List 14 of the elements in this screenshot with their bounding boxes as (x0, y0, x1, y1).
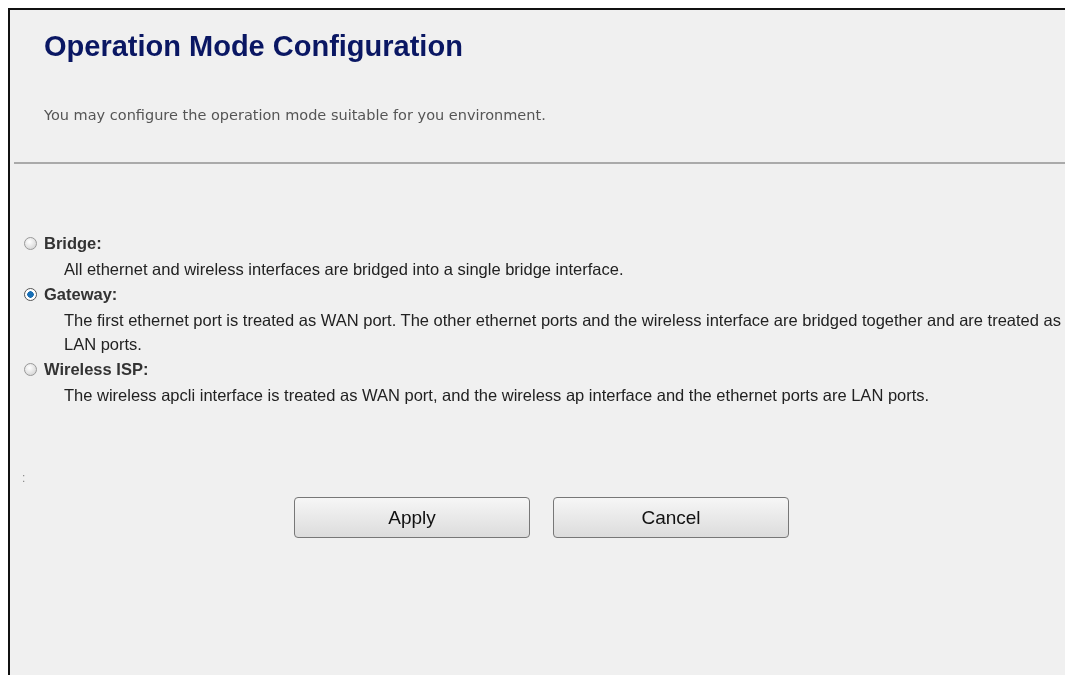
stray-text: : (21, 470, 27, 487)
cancel-button[interactable]: Cancel (553, 497, 789, 538)
page-description: You may configure the operation mode suitable for you environment. (43, 106, 547, 123)
radio-button[interactable] (24, 363, 37, 376)
apply-button[interactable]: Apply (294, 497, 530, 538)
mode-label[interactable]: Bridge: (44, 234, 102, 253)
mode-description: The wireless apcli interface is treated as WAN port, and the wireless ap interface and the ethernet ports are LAN ports. (63, 385, 931, 406)
mode-label[interactable]: Wireless ISP: (44, 360, 149, 379)
mode-description: All ethernet and wireless interfaces are bridged into a single bridge interface. (63, 259, 625, 280)
mode-description: The first ethernet port is treated as WAN port. The other ethernet ports and the wireless interface are bridged together and are treated as LAN ports. (63, 310, 1062, 355)
mode-label[interactable]: Gateway: (44, 285, 118, 304)
radio-button[interactable] (24, 288, 37, 301)
page-title: Operation Mode Configuration (43, 29, 464, 63)
radio-button[interactable] (24, 237, 37, 250)
